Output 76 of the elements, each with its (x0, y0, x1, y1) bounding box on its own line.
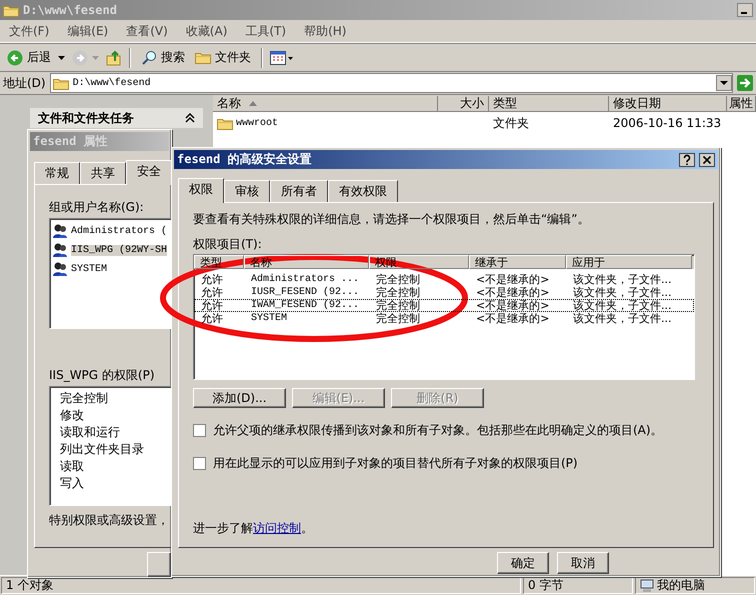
tab[interactable]: 安全 (126, 160, 171, 185)
task-panel-header[interactable]: 文件和文件夹任务 (30, 108, 203, 128)
instructions-text: 要查看有关特殊权限的详细信息，请选择一个权限项目，然后单击“编辑”。 (193, 211, 590, 228)
dialog-button[interactable]: 添加(D)... (193, 388, 286, 408)
column-header[interactable]: 继承于 (469, 255, 566, 269)
table-cell-text: 2006-10-16 11:33 (612, 116, 722, 130)
up-folder-icon[interactable] (106, 50, 122, 66)
permission-entry-row[interactable]: 允许 SYSTEM 完全控制 <不是继承的> 该文件夹，子文件... (194, 312, 694, 325)
file-name-cell[interactable]: wwwroot (213, 116, 438, 130)
close-icon[interactable] (699, 152, 715, 166)
column-header[interactable]: 修改日期 (609, 96, 727, 110)
checkbox-label: 允许父项的继承权限传播到该对象和所有子对象。包括那些在此明确定义的项目(A)。 (213, 422, 663, 439)
permission-item: 读取和运行 (60, 424, 121, 441)
dialog-title: fesend 的高级安全设置 (177, 151, 312, 168)
help-icon[interactable] (679, 152, 695, 166)
search-icon (141, 50, 157, 66)
permission-item: 写入 (60, 474, 85, 492)
user-group-icon (52, 223, 68, 240)
views-icon[interactable] (270, 50, 294, 66)
collapse-chevron-icon[interactable] (185, 113, 195, 123)
column-header[interactable]: 应用于 (566, 255, 692, 269)
column-header[interactable]: 名称 (213, 96, 438, 110)
dialog-button[interactable]: 确定 (497, 552, 549, 574)
permission-entry-row[interactable]: 允许 IUSR_FESEND (92... 完全控制 <不是继承的> 该文件夹，子文件... (194, 286, 694, 299)
user-group-icon (52, 261, 68, 278)
tab[interactable]: 所有者 (270, 180, 328, 202)
checkbox[interactable] (193, 457, 206, 470)
tab[interactable]: 审核 (224, 180, 270, 202)
permission-entry-row[interactable]: 允许 IWAM_FESEND (92... 完全控制 <不是继承的> 该文件夹，子文件... (194, 299, 694, 312)
folder-icon (3, 4, 19, 16)
computer-icon (640, 578, 654, 592)
menu-item[interactable]: 工具(T) (236, 22, 296, 40)
menu-item[interactable]: 文件(F) (0, 22, 58, 40)
user-list-item[interactable]: Administrators ( (52, 222, 171, 241)
dialog-button[interactable]: 取消 (557, 552, 609, 574)
permission-item: 完全控制 (60, 390, 109, 407)
permission-item: 列出文件夹目录 (60, 440, 145, 458)
permissions-label: IIS_WPG 的权限(P) (49, 366, 156, 384)
menu-item[interactable]: 查看(V) (117, 22, 177, 40)
folder-icon (217, 116, 233, 130)
column-header[interactable]: 属性 (727, 96, 756, 110)
advanced-settings-note: 特别权限或高级设置， (49, 512, 170, 529)
dialog-title: fesend 属性 (33, 132, 108, 150)
back-button[interactable]: 后退 (4, 47, 54, 68)
search-button[interactable]: 搜索 (138, 47, 188, 68)
learn-more-text: 进一步了解访问控制。 (193, 520, 314, 537)
group-label: 组或用户名称(G): (49, 198, 145, 216)
column-header[interactable]: 类型 (489, 96, 609, 110)
folder-icon (195, 51, 211, 64)
permission-entry-row[interactable]: 允许 Administrators ... 完全控制 <不是继承的> 该文件夹，子文件... (194, 273, 694, 286)
tab[interactable]: 常规 (34, 162, 80, 184)
dialog-button[interactable] (147, 552, 171, 577)
permission-item: 修改 (60, 406, 85, 424)
sort-arrow-icon (249, 100, 257, 106)
menu-item[interactable]: 编辑(E) (58, 22, 118, 40)
checkbox-label: 用在此显示的可以应用到子对象的项目替代所有子对象的权限项目(P) (213, 455, 578, 472)
access-control-link[interactable]: 访问控制 (253, 521, 301, 535)
permission-item: 读取 (60, 458, 85, 475)
permission-entries-label: 权限项目(T): (193, 236, 263, 253)
user-list-item[interactable]: SYSTEM (52, 260, 171, 279)
folders-button[interactable]: 文件夹 (192, 47, 254, 68)
checkbox[interactable] (193, 424, 206, 437)
tab[interactable]: 权限 (178, 178, 224, 203)
user-list-item[interactable]: IIS_WPG (92WY-SH (52, 240, 171, 260)
dropdown-caret-icon[interactable] (58, 56, 65, 60)
window-title: D:\www\fesend (23, 3, 117, 17)
menu-item[interactable]: 帮助(H) (295, 22, 356, 40)
menu-item[interactable]: 收藏(A) (176, 22, 236, 40)
address-field[interactable]: D:\www\fesend (50, 73, 733, 93)
address-label: 地址(D) (3, 74, 46, 92)
folder-icon (52, 76, 69, 90)
column-header[interactable]: 大小 (438, 96, 489, 110)
go-arrow-icon[interactable] (737, 75, 753, 91)
table-cell-text: 文件夹 (492, 114, 530, 132)
user-group-icon (52, 242, 68, 258)
tab[interactable]: 有效权限 (328, 180, 398, 202)
